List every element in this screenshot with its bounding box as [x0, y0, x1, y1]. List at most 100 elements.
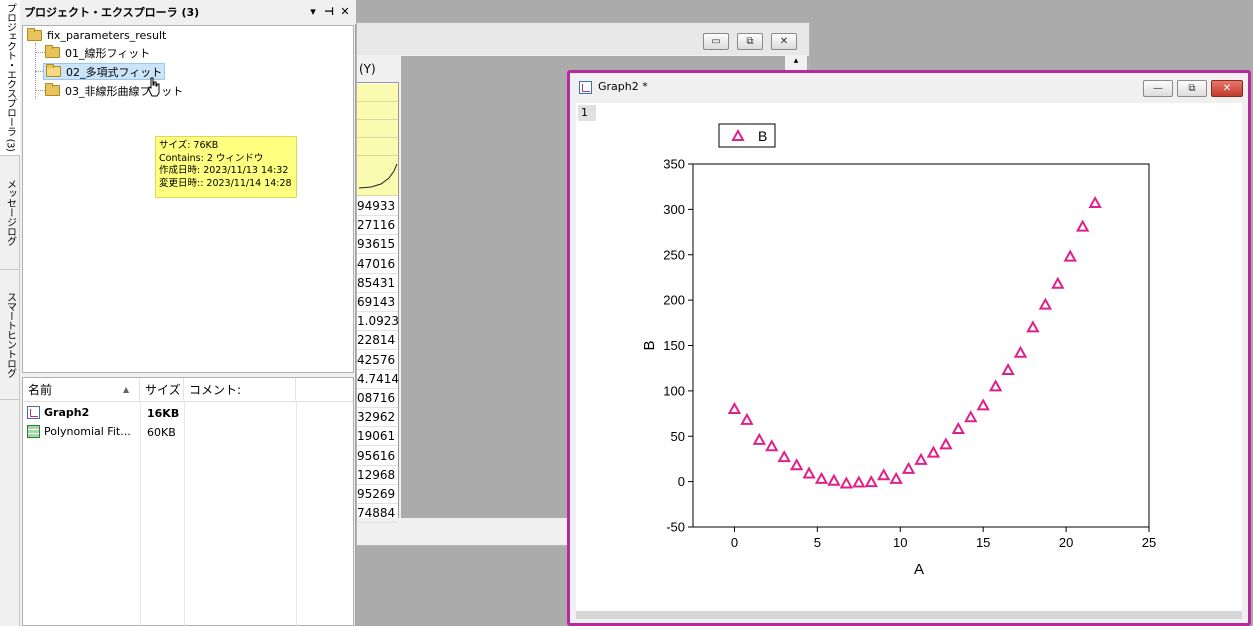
restore-button[interactable]: ⧉	[737, 33, 763, 50]
graph-window[interactable]: Graph2 * — ⧉ ✕ 1 0 5 10 15 20 25 -50 0 50 100 150 2…	[567, 70, 1251, 626]
y-tick-label: 350	[663, 157, 685, 172]
close-button[interactable]: ✕	[1211, 80, 1243, 97]
workbook-titlebar: ▭ ⧉ ✕	[357, 23, 809, 55]
list-item-name-label: Polynomial Fit...	[44, 425, 131, 438]
label-row	[357, 84, 398, 102]
data-point	[889, 471, 903, 484]
column-header-y[interactable]: (Y)	[357, 56, 399, 83]
tree-folder-01[interactable]: 01_線形フィット	[45, 44, 150, 61]
close-icon[interactable]: ✕	[338, 5, 352, 19]
tab-message-log-label: メッセージログ	[4, 179, 16, 246]
dropdown-icon[interactable]: ▾	[306, 5, 320, 19]
cell-value[interactable]: 42576	[357, 351, 398, 370]
cell-value[interactable]: 19061	[357, 427, 398, 447]
data-point	[839, 476, 854, 489]
list-item-name: Polynomial Fit...	[27, 425, 131, 438]
window-list: 名前 ▲ サイズ コメント: Graph2 16KB Polynomial Fi…	[22, 377, 354, 626]
cell-value[interactable]: 94933	[357, 197, 398, 216]
tree-folder-03[interactable]: 03_非線形曲線フィット	[45, 82, 183, 99]
tab-message-log[interactable]: メッセージログ	[0, 156, 20, 270]
cell-value[interactable]: 85431	[357, 274, 398, 293]
x-tick-label: 0	[731, 535, 738, 550]
scatter-plot: 0 5 10 15 20 25 -50 0 50 100 150 200 250 300 350 A B B	[641, 123, 1156, 578]
data-point	[777, 450, 791, 463]
column-header-size-label: サイズ	[145, 383, 181, 397]
tree-root[interactable]: fix_parameters_result	[27, 27, 166, 44]
x-tick-label: 25	[1142, 535, 1156, 550]
tooltip-modified: 変更日時:: 2023/11/14 14:28	[159, 177, 292, 189]
cell-value[interactable]: 69143	[357, 293, 398, 312]
data-point	[852, 475, 866, 488]
minimize-button[interactable]: —	[1143, 80, 1173, 97]
data-point	[1001, 362, 1015, 376]
data-point	[939, 437, 953, 450]
cell-value[interactable]: 95269	[357, 485, 398, 504]
cell-value[interactable]: 4.7414	[357, 370, 399, 389]
y-tick-label: 250	[663, 247, 685, 262]
y-tick-label: -50	[666, 520, 685, 535]
folder-icon	[45, 83, 60, 96]
tab-project-explorer-label: プロジェクト・エクスプローラ (3)	[4, 3, 16, 152]
list-item-polynomial-fit[interactable]: Polynomial Fit... 60KB	[23, 423, 353, 441]
x-tick-label: 5	[814, 535, 821, 550]
legend-label: B	[758, 128, 767, 144]
list-header: 名前 ▲ サイズ コメント:	[23, 378, 353, 402]
worksheet-grid[interactable]: (Y) 94933 27116 93615 47016 85431 69143 1.0923…	[357, 56, 399, 524]
data-point	[727, 401, 742, 415]
tab-smart-hint-log[interactable]: スマートヒントログ	[0, 270, 20, 400]
column-header-name[interactable]: 名前 ▲	[23, 378, 140, 402]
sparkline-cell	[357, 156, 398, 196]
graph-icon	[579, 81, 592, 94]
pin-icon[interactable]: ⊣	[322, 5, 336, 19]
data-point	[740, 412, 754, 425]
graph-canvas[interactable]: 1 0 5 10 15 20 25 -50 0 50 100 150 200 250 300 350 A B B	[576, 103, 1242, 611]
sort-ascending-icon: ▲	[123, 385, 130, 394]
data-point	[1075, 219, 1090, 232]
data-point	[964, 410, 978, 423]
data-point	[901, 461, 916, 474]
y-tick-label: 100	[663, 383, 685, 398]
y-axis-label: B	[641, 340, 658, 350]
cell-value[interactable]: 95616	[357, 447, 398, 466]
tree-folder-label: 01_線形フィット	[65, 46, 151, 60]
cell-value[interactable]: 32962	[357, 408, 398, 428]
workbook-icon	[27, 425, 40, 438]
y-tick-label: 200	[663, 293, 685, 308]
data-point	[951, 421, 966, 434]
folder-tree: fix_parameters_result 01_線形フィット 02_多項式フィ…	[22, 25, 354, 373]
minimize-button[interactable]: ▭	[703, 33, 729, 50]
open-folder-icon	[46, 64, 61, 77]
cell-value[interactable]: 08716	[357, 389, 398, 408]
folder-tooltip: サイズ: 76KB Contains: 2 ウィンドウ 作成日時: 2023/1…	[155, 136, 297, 198]
data-point	[827, 473, 841, 486]
data-point	[1063, 249, 1077, 262]
tooltip-contains: Contains: 2 ウィンドウ	[159, 152, 264, 164]
cell-value[interactable]: 93615	[357, 235, 398, 255]
restore-button[interactable]: ⧉	[1177, 80, 1207, 97]
data-point	[1013, 345, 1028, 358]
cell-value[interactable]: 22814	[357, 331, 398, 351]
y-tick-label: 0	[678, 474, 685, 489]
cell-value[interactable]: 74884	[357, 504, 398, 524]
tree-folder-label: 03_非線形曲線フィット	[65, 84, 184, 98]
data-point	[976, 398, 990, 411]
cell-value[interactable]: 12968	[357, 466, 398, 485]
cell-value[interactable]: 47016	[357, 255, 398, 274]
cell-value[interactable]: 27116	[357, 216, 398, 236]
list-item-graph2[interactable]: Graph2 16KB	[23, 404, 353, 422]
tab-project-explorer[interactable]: プロジェクト・エクスプローラ (3)	[0, 0, 20, 156]
tree-root-label: fix_parameters_result	[47, 29, 167, 42]
list-item-name: Graph2	[27, 406, 89, 419]
project-explorer-panel: プロジェクト・エクスプローラ (3) ▾ ⊣ ✕ fix_parameters_…	[20, 0, 356, 626]
column-header-comment[interactable]: コメント:	[184, 378, 296, 402]
close-button[interactable]: ✕	[771, 33, 797, 50]
graph-title: Graph2 *	[598, 80, 648, 93]
x-tick-label: 10	[893, 535, 907, 550]
list-item-name-label: Graph2	[44, 406, 90, 419]
data-point	[988, 379, 1003, 392]
list-item-size: 60KB	[147, 426, 176, 439]
column-header-name-label: 名前	[28, 383, 53, 397]
left-tab-strip: プロジェクト・エクスプローラ (3) メッセージログ スマートヒントログ	[0, 0, 20, 626]
column-header-size[interactable]: サイズ	[140, 378, 184, 402]
cell-value[interactable]: 1.0923	[357, 312, 399, 332]
